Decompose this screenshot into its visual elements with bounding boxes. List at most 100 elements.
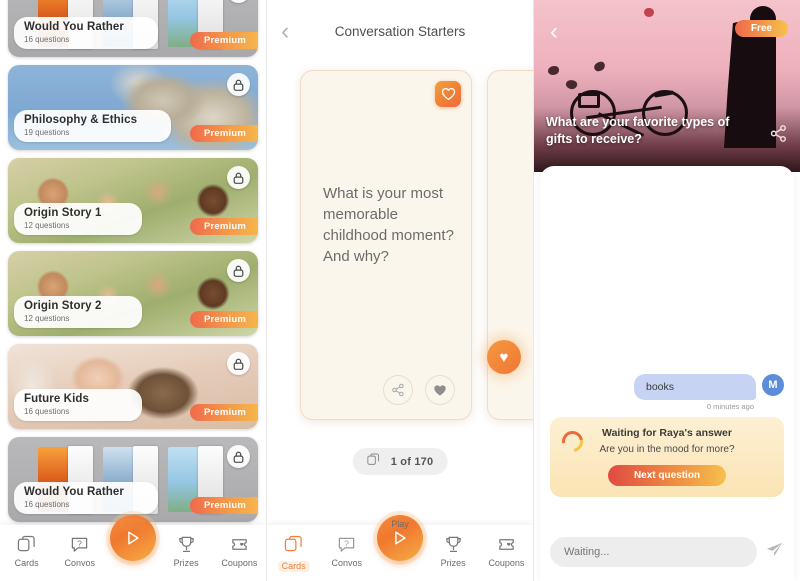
tab-label-wrap: Play xyxy=(376,519,424,530)
screenshot-root: Would You Rather 16 questions Premium Ph… xyxy=(0,0,800,581)
tab-label: Prizes xyxy=(440,558,466,568)
trophy-icon xyxy=(162,533,210,556)
tab-coupons[interactable]: Coupons xyxy=(215,533,263,569)
deck-question-count: 16 questions xyxy=(24,407,70,416)
lock-icon[interactable] xyxy=(227,445,250,468)
deck-label: Would You Rather 16 questions xyxy=(14,17,158,49)
premium-badge: Premium xyxy=(189,497,258,514)
question-card[interactable]: What is your most memorable childhood mo… xyxy=(300,70,472,420)
tab-prizes[interactable]: Prizes xyxy=(429,533,477,569)
tab-label: Play xyxy=(120,519,146,530)
bottom-tab-bar: Cards ? Convos Play Prizes Coupons xyxy=(267,515,533,581)
tab-label: Convos xyxy=(331,558,363,568)
heart-decoration-icon xyxy=(644,8,654,17)
tab-label: Cards xyxy=(14,558,39,568)
deck-list[interactable]: Would You Rather 16 questions Premium Ph… xyxy=(0,0,266,581)
lock-icon[interactable] xyxy=(227,73,250,96)
cards-icon xyxy=(270,533,318,556)
list-item[interactable]: Philosophy & Ethics 19 questions Premium xyxy=(8,65,258,150)
deck-question-count: 19 questions xyxy=(24,128,70,137)
panel-conversation-starters: ‹ Conversation Starters What is your mos… xyxy=(267,0,534,581)
convos-icon: ? xyxy=(56,533,104,556)
deck-title: Origin Story 2 xyxy=(24,300,102,312)
svg-text:?: ? xyxy=(77,538,82,548)
premium-badge: Premium xyxy=(189,404,258,421)
chat-message-list: books M 0 minutes ago Waiting for Raya's… xyxy=(540,166,794,529)
tab-prizes[interactable]: Prizes xyxy=(162,533,210,569)
tab-convos[interactable]: ? Convos xyxy=(56,533,104,569)
avatar: M xyxy=(762,374,784,396)
back-chevron-icon[interactable]: ‹ xyxy=(281,18,305,44)
premium-badge: Premium xyxy=(189,32,258,49)
question-text: What is your most memorable childhood mo… xyxy=(323,185,454,265)
tab-coupons[interactable]: Coupons xyxy=(482,533,530,569)
send-icon[interactable] xyxy=(765,540,784,564)
message-timestamp: 0 minutes ago xyxy=(706,402,754,411)
premium-badge: Premium xyxy=(189,311,258,328)
deck-question-count: 16 questions xyxy=(24,35,70,44)
card-counter: 1 of 170 xyxy=(352,448,448,475)
hero-question-text: What are your favorite types of gifts to… xyxy=(546,115,730,146)
waiting-card: Waiting for Raya's answer Are you in the… xyxy=(550,417,784,497)
list-item[interactable]: Would You Rather 16 questions Premium xyxy=(8,0,258,57)
share-icon[interactable] xyxy=(383,375,413,405)
card-counter-text: 1 of 170 xyxy=(390,455,434,468)
deck-question-count: 12 questions xyxy=(24,314,70,323)
deck-title: Future Kids xyxy=(24,393,89,405)
list-item[interactable]: Origin Story 1 12 questions Premium xyxy=(8,158,258,243)
message-composer xyxy=(550,537,784,567)
tab-label-wrap: Play xyxy=(109,517,157,530)
message-bubble: books xyxy=(634,374,756,400)
share-icon[interactable] xyxy=(769,124,788,148)
list-item[interactable]: Would You Rather 16 questions Premium xyxy=(8,437,258,522)
deck-label: Philosophy & Ethics 19 questions xyxy=(14,110,172,142)
tab-convos[interactable]: ? Convos xyxy=(323,533,371,569)
deck-question-count: 16 questions xyxy=(24,500,70,509)
cards-icon xyxy=(367,452,382,472)
deck-title: Philosophy & Ethics xyxy=(24,114,138,126)
deck-label: Would You Rather 16 questions xyxy=(14,482,158,514)
hero-image: ‹ Free What are your favorite types of g… xyxy=(534,0,800,172)
chat-sheet: books M 0 minutes ago Waiting for Raya's… xyxy=(540,166,794,581)
next-question-button[interactable]: Next question xyxy=(608,465,726,486)
header: ‹ Conversation Starters xyxy=(267,0,533,62)
lock-icon[interactable] xyxy=(227,259,250,282)
page-title: Conversation Starters xyxy=(334,23,466,39)
premium-badge: Premium xyxy=(189,125,258,142)
favorite-heart-icon[interactable] xyxy=(425,375,455,405)
list-item[interactable]: Origin Story 2 12 questions Premium xyxy=(8,251,258,336)
tab-label: Coupons xyxy=(221,558,258,568)
bottom-tab-bar: Cards ? Convos Play Prizes Coupons xyxy=(0,515,266,581)
svg-text:?: ? xyxy=(344,538,349,548)
waiting-subtitle: Are you in the mood for more? xyxy=(599,444,735,455)
list-item[interactable]: Future Kids 16 questions Premium xyxy=(8,344,258,429)
deck-title: Origin Story 1 xyxy=(24,207,102,219)
tab-label: Coupons xyxy=(488,558,525,568)
tab-cards[interactable]: Cards xyxy=(270,533,318,574)
deck-title: Would You Rather xyxy=(24,486,124,498)
deck-label: Origin Story 1 12 questions xyxy=(14,203,142,235)
tab-label: Convos xyxy=(64,558,96,568)
message-input[interactable] xyxy=(550,537,757,567)
premium-badge: Premium xyxy=(189,218,258,235)
back-chevron-icon[interactable]: ‹ xyxy=(550,20,558,44)
card-carousel[interactable]: What is your most memorable childhood mo… xyxy=(267,62,533,475)
deck-question-count: 12 questions xyxy=(24,221,70,230)
tab-label: Cards xyxy=(277,561,310,572)
lock-icon[interactable] xyxy=(227,352,250,375)
heart-square-icon[interactable] xyxy=(435,81,461,107)
panel-chat: ‹ Free What are your favorite types of g… xyxy=(534,0,800,581)
cards-icon xyxy=(3,533,51,556)
card-actions xyxy=(383,375,455,405)
tab-label: Play xyxy=(391,519,409,529)
panel-deck-list: Would You Rather 16 questions Premium Ph… xyxy=(0,0,267,581)
coupon-icon xyxy=(482,533,530,556)
coupon-icon xyxy=(215,533,263,556)
favorites-fab[interactable]: ♥ xyxy=(487,340,521,374)
chat-message-outgoing: books M xyxy=(550,374,784,400)
deck-title: Would You Rather xyxy=(24,21,124,33)
deck-label: Origin Story 2 12 questions xyxy=(14,296,142,328)
convos-icon: ? xyxy=(323,533,371,556)
tab-cards[interactable]: Cards xyxy=(3,533,51,569)
lock-icon[interactable] xyxy=(227,166,250,189)
